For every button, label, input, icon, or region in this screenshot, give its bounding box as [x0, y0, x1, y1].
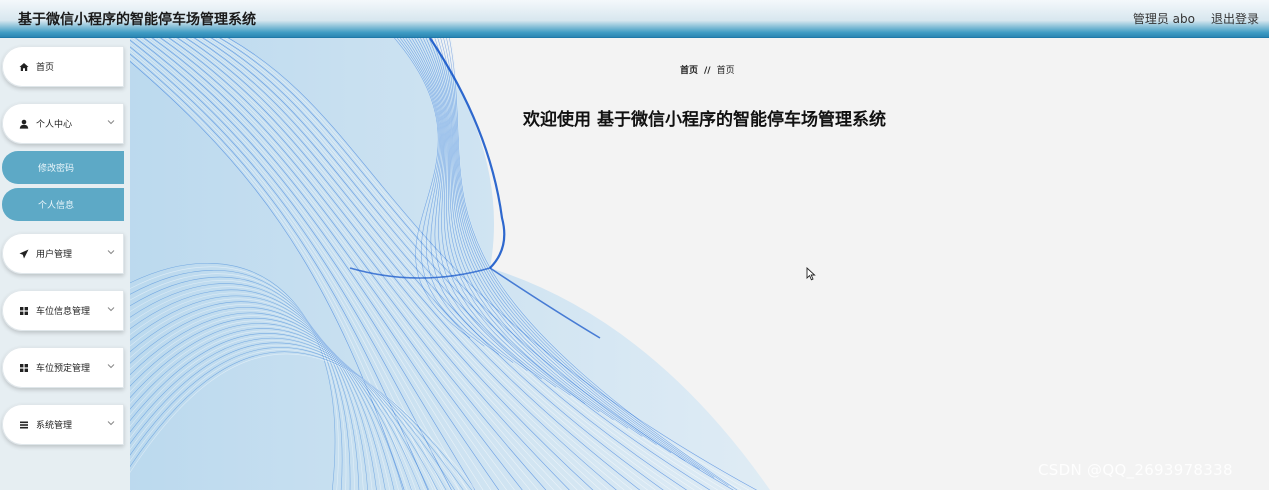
sidebar-item-home[interactable]: 首页	[2, 46, 124, 87]
app-title: 基于微信小程序的智能停车场管理系统	[18, 12, 256, 28]
sidebar-item-personal-center[interactable]: 个人中心	[2, 103, 124, 144]
sidebar-item-label: 车位预定管理	[36, 364, 91, 374]
welcome-system-title: 基于微信小程序的智能停车场管理系统	[597, 110, 886, 130]
breadcrumb: 首页 // 首页	[680, 63, 735, 76]
sidebar: 首页 个人中心 修改密码 个人信息 用户管理 车位信息管理 车位预定管理 系统管…	[0, 38, 130, 490]
send-icon	[18, 248, 30, 260]
list-icon	[18, 419, 30, 431]
sidebar-item-label: 用户管理	[36, 250, 73, 260]
chevron-down-icon	[107, 421, 115, 426]
sidebar-item-parking-info-management[interactable]: 车位信息管理	[2, 290, 124, 331]
sidebar-item-system-management[interactable]: 系统管理	[2, 404, 124, 445]
sidebar-item-label: 首页	[36, 63, 55, 73]
chevron-down-icon	[107, 364, 115, 369]
chevron-down-icon	[107, 307, 115, 312]
grid-icon	[18, 305, 30, 317]
sidebar-item-parking-reservation-management[interactable]: 车位预定管理	[2, 347, 124, 388]
grid-icon	[18, 362, 30, 374]
welcome-prefix: 欢迎使用	[523, 110, 591, 130]
breadcrumb-current: 首页	[716, 66, 735, 76]
sidebar-item-label: 系统管理	[36, 421, 73, 431]
breadcrumb-home-link[interactable]: 首页	[680, 66, 698, 76]
sidebar-subitem-personal-info[interactable]: 个人信息	[2, 188, 124, 221]
user-icon	[18, 118, 30, 130]
header-actions: 管理员 abo 退出登录	[1133, 10, 1259, 27]
main-content: 首页 // 首页 欢迎使用 基于微信小程序的智能停车场管理系统	[130, 38, 1269, 490]
sidebar-item-label: 车位信息管理	[36, 307, 91, 317]
sidebar-item-user-management[interactable]: 用户管理	[2, 233, 124, 274]
sidebar-item-label: 个人中心	[36, 120, 73, 130]
breadcrumb-separator: //	[704, 66, 711, 76]
chevron-down-icon	[107, 250, 115, 255]
welcome-heading: 欢迎使用 基于微信小程序的智能停车场管理系统	[523, 105, 886, 130]
top-header: 基于微信小程序的智能停车场管理系统 管理员 abo 退出登录	[0, 0, 1269, 38]
watermark-text: CSDN @QQ_2693978338	[1038, 461, 1233, 479]
logout-link[interactable]: 退出登录	[1211, 10, 1259, 27]
sidebar-subitem-label: 个人信息	[37, 201, 74, 211]
sidebar-subitem-label: 修改密码	[37, 164, 74, 174]
chevron-down-icon	[107, 120, 115, 125]
mouse-cursor-icon	[806, 267, 816, 281]
admin-user-label[interactable]: 管理员 abo	[1133, 10, 1195, 27]
home-icon	[18, 61, 30, 73]
sidebar-subitem-change-password[interactable]: 修改密码	[2, 151, 124, 184]
